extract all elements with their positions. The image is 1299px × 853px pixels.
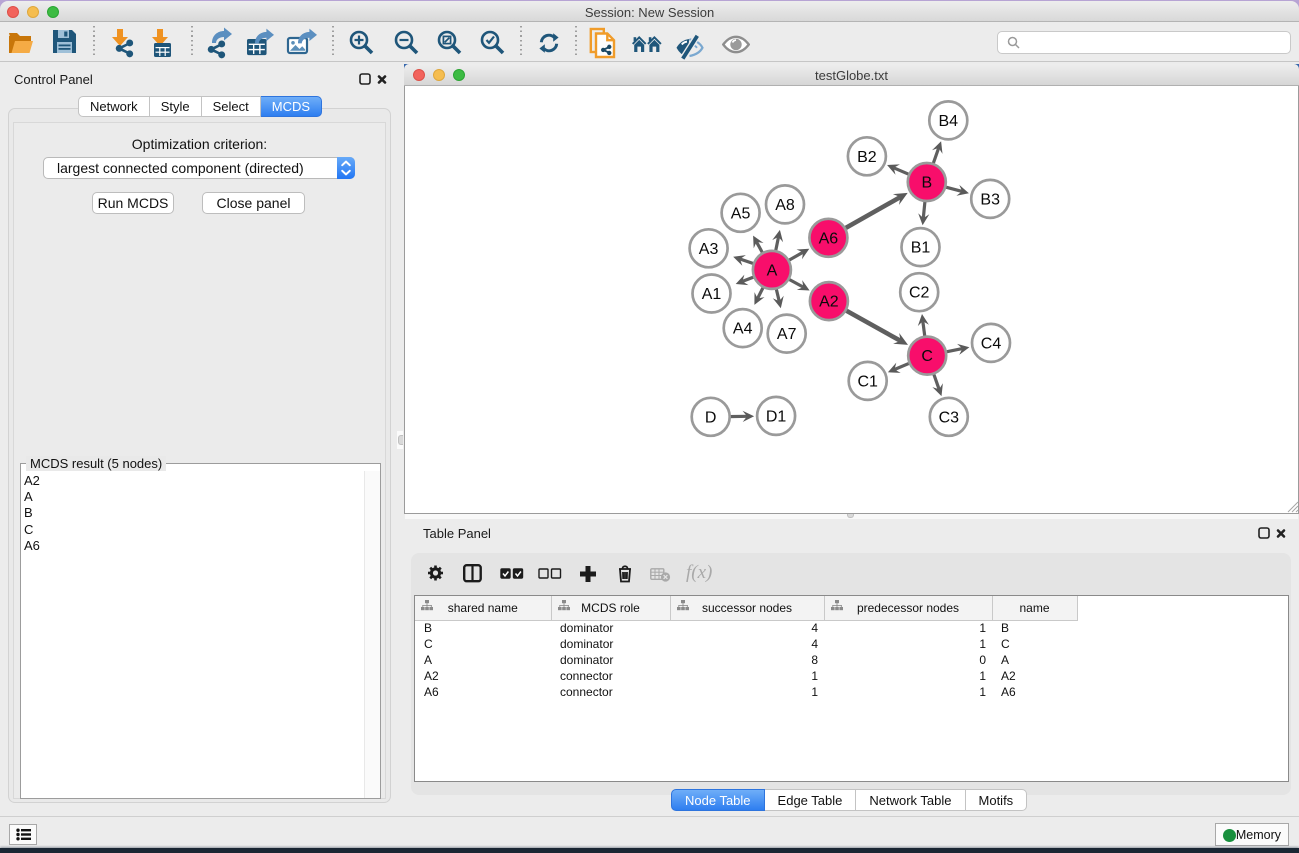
svg-text:B: B xyxy=(921,175,932,192)
svg-text:B2: B2 xyxy=(857,149,877,166)
svg-text:C3: C3 xyxy=(939,409,960,426)
svg-text:C4: C4 xyxy=(981,335,1002,352)
svg-text:D1: D1 xyxy=(766,408,787,425)
svg-text:C2: C2 xyxy=(909,285,930,302)
svg-text:A: A xyxy=(767,262,778,279)
svg-text:B3: B3 xyxy=(980,191,1000,208)
svg-text:A5: A5 xyxy=(731,205,751,222)
svg-text:B1: B1 xyxy=(911,240,931,257)
svg-text:A3: A3 xyxy=(699,241,719,258)
svg-text:A2: A2 xyxy=(819,294,839,311)
svg-text:A7: A7 xyxy=(777,326,797,343)
svg-text:C1: C1 xyxy=(857,373,878,390)
svg-text:D: D xyxy=(705,409,717,426)
svg-text:B4: B4 xyxy=(939,113,959,130)
svg-text:A6: A6 xyxy=(819,230,839,247)
svg-text:A8: A8 xyxy=(775,197,795,214)
svg-text:A1: A1 xyxy=(702,286,722,303)
svg-text:C: C xyxy=(921,348,933,365)
svg-text:A4: A4 xyxy=(733,321,753,338)
